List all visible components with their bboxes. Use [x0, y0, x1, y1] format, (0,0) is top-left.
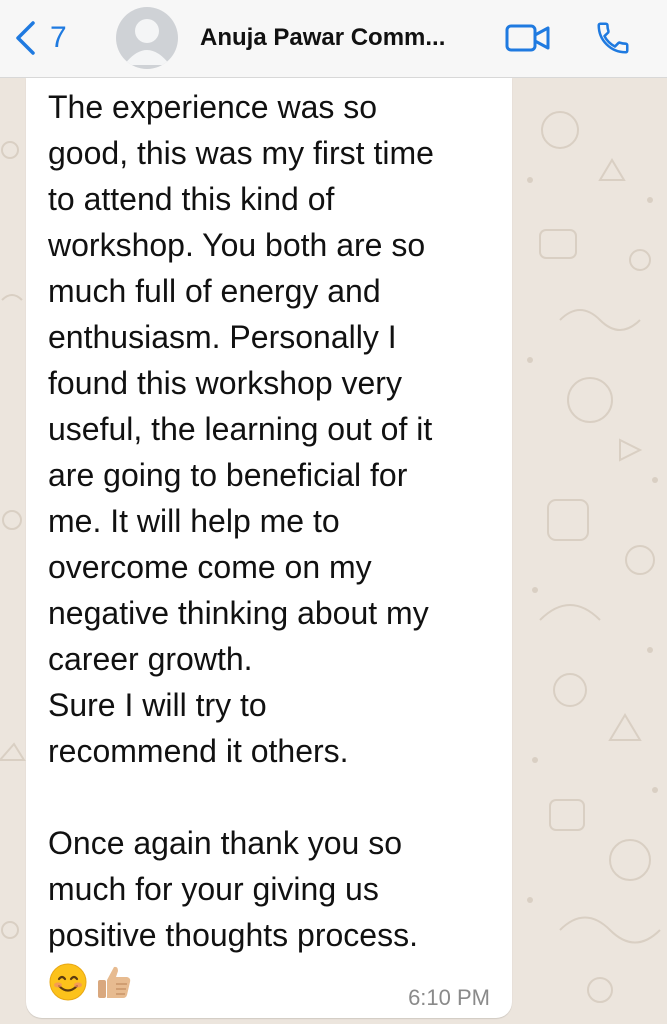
- message-line: to attend this kind of: [48, 181, 335, 217]
- message-line: positive thoughts process.: [48, 917, 418, 953]
- message-line: me. It will help me to: [48, 503, 340, 539]
- message-line: are going to beneficial for: [48, 457, 408, 493]
- video-camera-icon: [505, 24, 550, 52]
- smiling-face-emoji: [49, 963, 87, 1001]
- unread-count: 7: [50, 21, 67, 54]
- message-line: much for your giving us: [48, 871, 379, 907]
- avatar[interactable]: [116, 7, 178, 69]
- chat-header: 7 Anuja Pawar Comm...: [0, 0, 667, 78]
- message-line: negative thinking about my: [48, 595, 429, 631]
- message-text: The experience was so good, this was my …: [48, 84, 508, 958]
- message-line: Once again thank you so: [48, 825, 403, 861]
- chevron-left-icon: [16, 21, 35, 55]
- message-line: The experience was so: [48, 89, 378, 125]
- back-button[interactable]: 7: [14, 18, 67, 58]
- message-line: overcome come on my: [48, 549, 372, 585]
- message-line: good, this was my first time: [48, 135, 434, 171]
- message-line: enthusiasm. Personally I: [48, 319, 397, 355]
- message-line: much full of energy and: [48, 273, 381, 309]
- message-line: found this workshop very: [48, 365, 402, 401]
- message-line: Sure I will try to: [48, 687, 267, 723]
- emoji-row: [48, 962, 134, 1002]
- message-bubble[interactable]: The experience was so good, this was my …: [26, 78, 512, 1018]
- contact-name[interactable]: Anuja Pawar Comm...: [200, 24, 490, 52]
- voice-call-button[interactable]: [594, 19, 632, 62]
- video-call-button[interactable]: [505, 22, 551, 59]
- thumbs-up-emoji: [98, 966, 131, 998]
- message-line: useful, the learning out of it: [48, 411, 433, 447]
- message-line: career growth.: [48, 641, 253, 677]
- default-avatar-icon: [124, 19, 170, 65]
- phone-icon: [597, 22, 629, 54]
- message-line: recommend it others.: [48, 733, 349, 769]
- message-timestamp: 6:10 PM: [408, 985, 490, 1010]
- message-line: workshop. You both are so: [48, 227, 426, 263]
